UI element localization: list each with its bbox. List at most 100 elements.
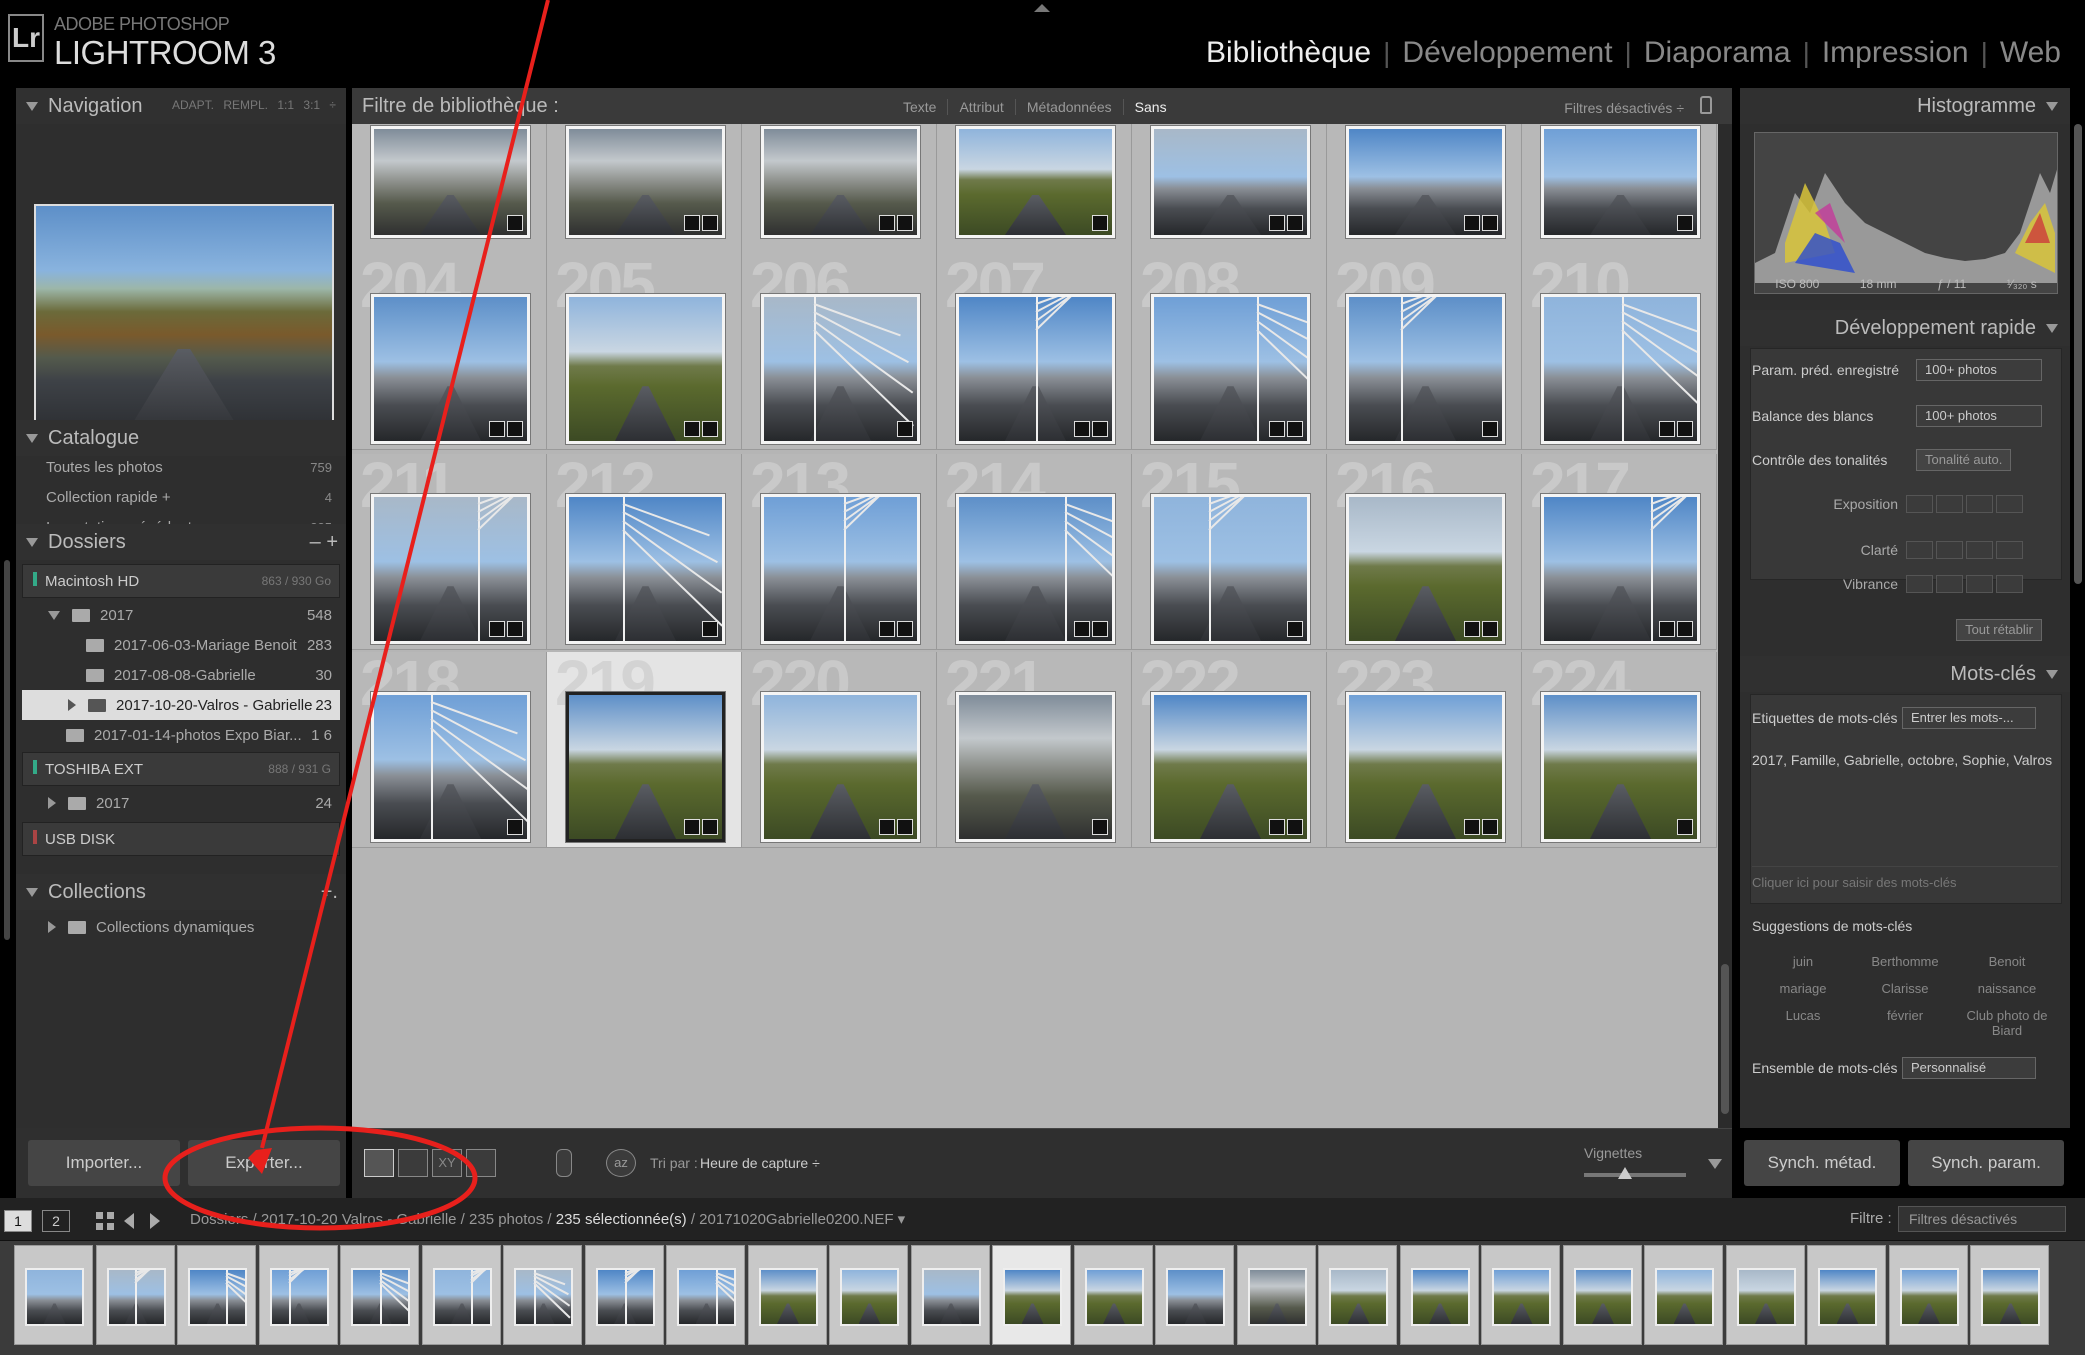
keyword-suggestion[interactable]: Clarisse [1854,981,1956,996]
vibrance-stepper[interactable] [1906,575,2026,593]
grid-icon[interactable] [96,1212,114,1230]
grid-cell[interactable]: 213 [742,454,937,650]
grid-cell[interactable]: 209 [1327,254,1522,450]
folder-mariage-benoit[interactable]: 2017-06-03-Mariage Benoit 283 [22,630,340,660]
keyword-entry-input[interactable]: Cliquer ici pour saisir des mots-clés [1752,866,2058,890]
filmstrip-thumbnail[interactable] [992,1245,1071,1345]
lock-icon[interactable] [1700,96,1712,114]
grid-cell[interactable]: 204 [352,254,547,450]
photo-thumbnail[interactable] [1151,126,1310,238]
filmstrip-thumbnail[interactable] [584,1245,664,1345]
grid-cell[interactable]: 215 [1132,454,1327,650]
filmstrip[interactable] [0,1240,2085,1355]
filmstrip-thumbnail[interactable] [910,1245,990,1345]
photo-thumbnail[interactable] [1151,294,1310,444]
grid-cell[interactable]: 223 [1327,652,1522,848]
auto-tone-button[interactable]: Tonalité auto. [1916,449,2012,471]
source-breadcrumb[interactable]: Dossiers / 2017-10-20 Valros - Gabrielle… [190,1210,905,1228]
filmstrip-thumbnail[interactable] [1481,1245,1560,1345]
photo-grid[interactable]: 204 205 206 207 208 209 210 211 212 213 214 215 216 2… [352,124,1718,1128]
photo-thumbnail[interactable] [956,692,1115,842]
survey-view-icon[interactable] [466,1149,496,1177]
sync-settings-button[interactable]: Synch. param. [1908,1140,2064,1186]
catalogue-item-quick-collection[interactable]: Collection rapide + 4 [22,482,340,512]
photo-thumbnail[interactable] [1151,494,1310,644]
filter-preset-select[interactable]: Filtres désactivés ÷ [1564,100,1684,116]
photo-thumbnail[interactable] [956,294,1115,444]
filmstrip-thumbnail[interactable] [1807,1245,1886,1345]
reset-all-button[interactable]: Tout rétablir [1956,619,2042,641]
catalogue-item-all-photos[interactable]: Toutes les photos 759 [22,452,340,482]
grid-cell[interactable]: 211 [352,454,547,650]
photo-thumbnail[interactable] [1541,126,1700,238]
filmstrip-thumbnail[interactable] [1399,1245,1479,1345]
module-bibliotheque[interactable]: Bibliothèque [1194,36,1383,70]
slider-knob[interactable] [1618,1167,1632,1179]
step-button[interactable] [1936,541,1963,559]
photo-thumbnail[interactable] [761,692,920,842]
grid-cell[interactable] [352,124,547,256]
folder-2017[interactable]: 2017 548 [22,600,340,630]
exposure-stepper[interactable] [1906,495,2026,513]
keyword-suggestion[interactable]: juin [1752,954,1854,969]
photo-thumbnail[interactable] [566,294,725,444]
folder-expo-biard[interactable]: 2017-01-14-photos Expo Biar... 1 6 [22,720,340,750]
filmstrip-thumbnail[interactable] [1725,1245,1805,1345]
grid-cell[interactable]: 220 [742,652,937,848]
photo-thumbnail[interactable] [956,126,1115,238]
filmstrip-thumbnail[interactable] [829,1245,908,1345]
navigation-header[interactable]: Navigation ADAPT. REMPL. 1:1 3:1 ÷ [16,88,346,124]
module-impression[interactable]: Impression [1810,36,1981,70]
grid-cell[interactable]: 212 [547,454,742,650]
filmstrip-thumbnail[interactable] [95,1245,175,1345]
left-panel-scrollbar[interactable] [4,560,10,940]
grid-cell[interactable]: 208 [1132,254,1327,450]
keyword-suggestion[interactable]: naissance [1956,981,2058,996]
filter-tab-text[interactable]: Texte [892,99,947,115]
compare-view-icon[interactable]: XY [432,1149,462,1177]
keyword-set-select[interactable]: Personnalisé [1902,1057,2036,1079]
grid-cell[interactable] [547,124,742,256]
back-arrow-icon[interactable] [124,1213,134,1229]
filmstrip-thumbnail[interactable] [1562,1245,1642,1345]
step-button[interactable] [1966,575,1993,593]
step-button[interactable] [1906,495,1933,513]
photo-thumbnail[interactable] [956,494,1115,644]
zoom-1-1[interactable]: 1:1 [277,98,294,112]
clarity-stepper[interactable] [1906,541,2026,559]
photo-thumbnail[interactable] [1151,692,1310,842]
filter-tab-attribute[interactable]: Attribut [947,99,1014,115]
grid-cell[interactable] [742,124,937,256]
export-button[interactable]: Exporter... [188,1140,340,1186]
keyword-suggestion[interactable]: Club photo de Biard [1956,1008,2058,1038]
grid-cell[interactable]: 217 [1522,454,1717,650]
add-remove-folder-icon[interactable]: – + [310,531,338,554]
window-1-button[interactable]: 1 [4,1210,32,1232]
keyword-suggestions-header[interactable]: Suggestions de mots-clés [1752,910,2060,942]
photo-thumbnail[interactable] [566,126,725,238]
photo-thumbnail[interactable] [566,692,725,842]
module-web[interactable]: Web [1988,36,2073,70]
keyword-suggestion[interactable]: mariage [1752,981,1854,996]
histogram-header[interactable]: Histogramme [1740,88,2070,124]
grid-cell[interactable]: 210 [1522,254,1717,450]
grid-cell[interactable] [1327,124,1522,256]
drive-macintosh-hd[interactable]: Macintosh HD 863 / 930 Go [22,564,340,598]
photo-thumbnail[interactable] [566,494,725,644]
dossiers-header[interactable]: Dossiers – + [16,524,346,560]
sort-select[interactable]: Heure de capture ÷ [700,1155,820,1171]
keyword-suggestion[interactable]: Lucas [1752,1008,1854,1038]
grid-cell[interactable] [1132,124,1327,256]
add-collection-icon[interactable]: +. [321,881,338,904]
filmstrip-thumbnail[interactable] [14,1245,93,1345]
grid-cell[interactable]: 214 [937,454,1132,650]
grid-view-icon[interactable] [364,1149,394,1177]
folder-valros-gabrielle[interactable]: 2017-10-20-Valros - Gabrielle 23 [22,690,340,720]
catalogue-header[interactable]: Catalogue [16,420,346,456]
filmstrip-thumbnail[interactable] [258,1245,338,1345]
filmstrip-thumbnail[interactable] [503,1245,582,1345]
photo-thumbnail[interactable] [1541,692,1700,842]
grid-cell[interactable]: 221 [937,652,1132,848]
forward-arrow-icon[interactable] [150,1213,160,1229]
grid-cell[interactable]: 222 [1132,652,1327,848]
